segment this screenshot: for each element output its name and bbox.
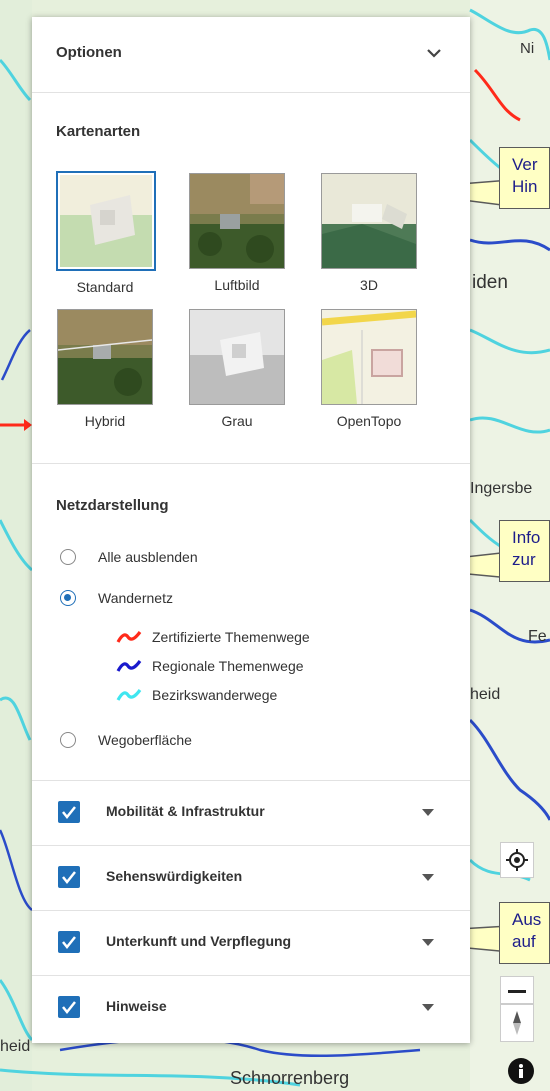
category-unterkunft[interactable]: Unterkunft und Verpflegung bbox=[32, 910, 470, 975]
checkbox[interactable] bbox=[58, 801, 80, 823]
hybrid-thumbnail bbox=[57, 309, 153, 405]
options-header[interactable]: Optionen bbox=[32, 17, 470, 93]
map-label-schnorrenberg: Schnorrenberg bbox=[230, 1068, 350, 1088]
locate-icon bbox=[506, 849, 528, 871]
category-label: Sehenswürdigkeiten bbox=[106, 868, 243, 884]
map-label-heid-left: heid bbox=[0, 1038, 31, 1055]
blue-route-icon bbox=[116, 660, 142, 672]
checkbox[interactable] bbox=[58, 866, 80, 888]
legend-label: Bezirkswanderwege bbox=[152, 687, 278, 703]
checkbox[interactable] bbox=[58, 931, 80, 953]
compass-button[interactable] bbox=[500, 1004, 534, 1042]
callout-netzdarstellung: Info zur bbox=[499, 520, 550, 582]
caret-down-icon[interactable] bbox=[422, 939, 434, 946]
category-mobilitaet[interactable]: Mobilität & Infrastruktur bbox=[32, 780, 470, 845]
callout-line: Info bbox=[512, 528, 541, 547]
map-type-hybrid[interactable]: Hybrid bbox=[56, 309, 154, 429]
callout-kategorien: Aus auf bbox=[499, 902, 550, 964]
radio-alle-ausblenden[interactable]: Alle ausblenden bbox=[60, 545, 198, 569]
tile-label: Luftbild bbox=[214, 277, 260, 293]
map-type-opentopo[interactable]: OpenTopo bbox=[320, 309, 418, 429]
radio-wegoberflaeche[interactable]: Wegoberfläche bbox=[60, 728, 192, 752]
category-label: Hinweise bbox=[106, 998, 167, 1014]
check-icon bbox=[62, 1001, 76, 1015]
category-hinweise[interactable]: Hinweise bbox=[32, 975, 470, 1040]
map-type-luftbild[interactable]: Luftbild bbox=[188, 171, 286, 293]
section-divider bbox=[32, 463, 470, 464]
netzdarstellung-title: Netzdarstellung bbox=[56, 497, 169, 514]
red-route-icon bbox=[116, 631, 142, 643]
3d-thumbnail bbox=[321, 173, 417, 269]
grau-thumbnail bbox=[189, 309, 285, 405]
callout-line: Hin bbox=[512, 177, 538, 196]
tile-label: 3D bbox=[360, 277, 378, 293]
category-label: Mobilität & Infrastruktur bbox=[106, 803, 265, 819]
category-label: Unterkunft und Verpflegung bbox=[106, 933, 292, 949]
callout-line: Ver bbox=[512, 155, 538, 174]
radio-label: Alle ausblenden bbox=[98, 549, 198, 565]
caret-down-icon[interactable] bbox=[422, 809, 434, 816]
legend-regionale: Regionale Themenwege bbox=[116, 656, 304, 676]
tile-label: Standard bbox=[76, 279, 134, 295]
map-type-3d[interactable]: 3D bbox=[320, 171, 418, 293]
options-panel: Optionen Kartenarten Standard Luftbild 3… bbox=[32, 17, 470, 1043]
legend-zertifizierte: Zertifizierte Themenwege bbox=[116, 627, 310, 647]
radio-label: Wandernetz bbox=[98, 590, 173, 606]
map-label-ni: Ni bbox=[520, 40, 535, 57]
caret-down-icon[interactable] bbox=[422, 1004, 434, 1011]
check-icon bbox=[62, 806, 76, 820]
opentopo-thumbnail bbox=[321, 309, 417, 405]
check-icon bbox=[62, 936, 76, 950]
tile-label: Grau bbox=[221, 413, 253, 429]
checkbox[interactable] bbox=[58, 996, 80, 1018]
info-button[interactable] bbox=[508, 1058, 534, 1084]
radio-label: Wegoberfläche bbox=[98, 732, 192, 748]
radio-button[interactable] bbox=[60, 549, 76, 565]
info-icon bbox=[519, 1064, 523, 1078]
minus-icon bbox=[508, 990, 526, 993]
kartenarten-title: Kartenarten bbox=[56, 123, 141, 140]
cyan-route-icon bbox=[116, 689, 142, 701]
tile-label: OpenTopo bbox=[336, 413, 402, 429]
map-label-heid-right: heid bbox=[470, 686, 501, 703]
callout-line: Aus bbox=[512, 910, 542, 929]
check-icon bbox=[62, 871, 76, 885]
map-label-iden: iden bbox=[472, 272, 508, 293]
chevron-down-icon[interactable] bbox=[424, 43, 444, 63]
callout-line: auf bbox=[512, 932, 536, 951]
map-type-standard[interactable]: Standard bbox=[56, 171, 156, 295]
locate-button[interactable] bbox=[500, 842, 534, 878]
callout-line: zur bbox=[512, 550, 536, 569]
category-sehenswuerdigkeiten[interactable]: Sehenswürdigkeiten bbox=[32, 845, 470, 910]
callout-kartenarten: Ver Hin bbox=[499, 147, 550, 209]
radio-button[interactable] bbox=[60, 732, 76, 748]
caret-down-icon[interactable] bbox=[422, 874, 434, 881]
compass-icon bbox=[513, 1011, 521, 1035]
legend-label: Regionale Themenwege bbox=[152, 658, 304, 674]
tile-label: Hybrid bbox=[84, 413, 126, 429]
legend-bezirks: Bezirkswanderwege bbox=[116, 685, 277, 705]
map-label-fe: Fe bbox=[528, 628, 547, 645]
zoom-out-button[interactable] bbox=[500, 976, 534, 1004]
map-type-grau[interactable]: Grau bbox=[188, 309, 286, 429]
luftbild-thumbnail bbox=[189, 173, 285, 269]
radio-wandernetz[interactable]: Wandernetz bbox=[60, 586, 173, 610]
radio-button[interactable] bbox=[60, 590, 76, 606]
map-label-ingersbe: Ingersbe bbox=[470, 480, 533, 497]
legend-label: Zertifizierte Themenwege bbox=[152, 629, 310, 645]
standard-thumbnail bbox=[56, 171, 156, 271]
options-title: Optionen bbox=[56, 44, 122, 61]
